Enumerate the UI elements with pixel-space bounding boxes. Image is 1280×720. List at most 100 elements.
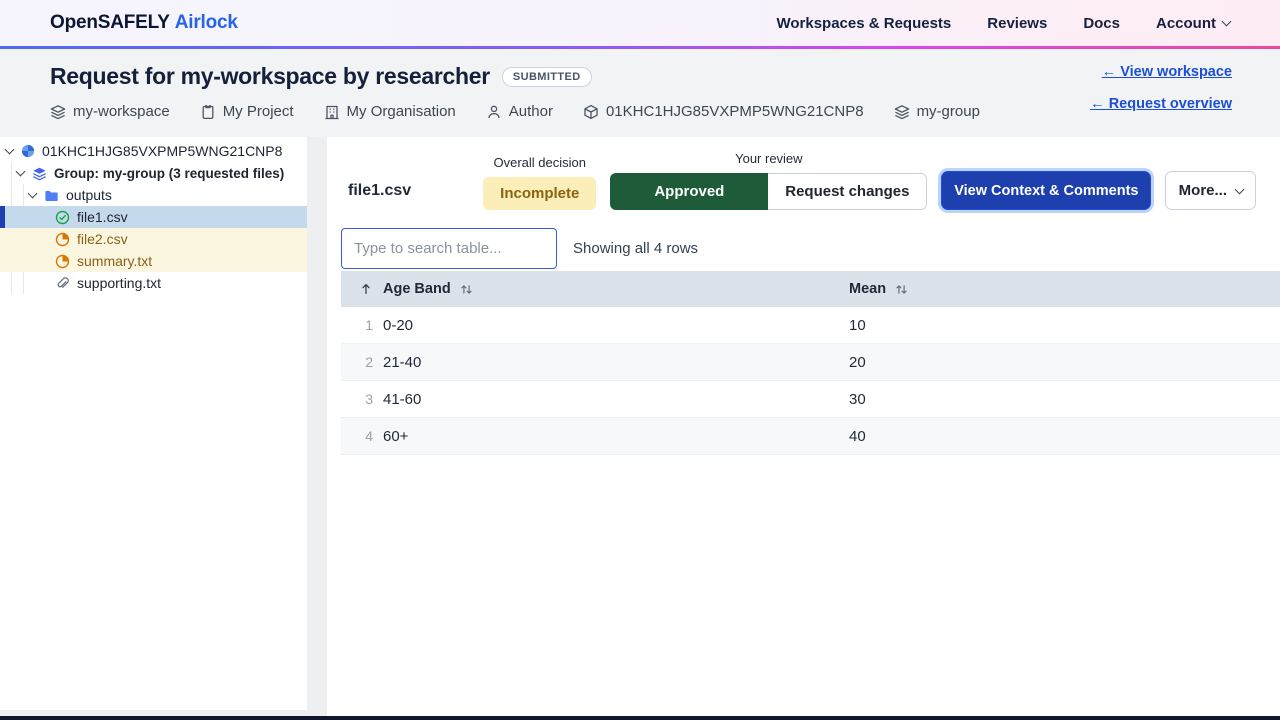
- cell-age-band: 21-40: [381, 354, 849, 371]
- approved-button[interactable]: Approved: [610, 173, 768, 210]
- tree-item-file2[interactable]: file2.csv: [0, 228, 307, 250]
- building-icon: [324, 104, 340, 120]
- column-header-mean[interactable]: Mean: [849, 281, 1280, 297]
- review-toolbar: file1.csv Overall decision Incomplete Yo…: [341, 151, 1280, 210]
- tree-item-request-root[interactable]: 01KHC1HJG85VXPMP5WNG21CNP8: [0, 140, 307, 162]
- overall-decision-block: Overall decision Incomplete: [483, 155, 596, 210]
- nav-account-label: Account: [1156, 15, 1216, 32]
- tree-item-label: supporting.txt: [77, 275, 161, 291]
- data-table: Age Band Mean 1 0-20 10 2 21-40 20 3: [341, 271, 1280, 455]
- tree-item-label: summary.txt: [77, 253, 152, 269]
- request-meta-row: my-workspace My Project My Organisation …: [50, 103, 1232, 120]
- bottom-edge-bar: [0, 716, 1280, 720]
- request-changes-button[interactable]: Request changes: [768, 173, 927, 210]
- cell-mean: 30: [849, 391, 1280, 408]
- brand-airlock: Airlock: [175, 12, 238, 33]
- package-icon: [583, 104, 599, 120]
- nav-account-menu[interactable]: Account: [1156, 15, 1230, 32]
- more-menu-button[interactable]: More...: [1165, 171, 1256, 210]
- decision-incomplete-badge: Incomplete: [483, 177, 596, 210]
- meta-author: Author: [486, 103, 553, 120]
- pending-review-icon: [55, 232, 70, 247]
- tree-item-label: file1.csv: [77, 209, 128, 225]
- review-button-group: Approved Request changes: [610, 173, 927, 210]
- tree-item-file1[interactable]: file1.csv: [0, 206, 307, 228]
- file-title: file1.csv: [348, 182, 411, 200]
- meta-group: my-group: [894, 103, 980, 120]
- tree-item-outputs-folder[interactable]: outputs: [0, 184, 307, 206]
- row-index: 4: [341, 428, 381, 444]
- file-review-panel: file1.csv Overall decision Incomplete Yo…: [327, 137, 1280, 716]
- chevron-down-icon[interactable]: [28, 189, 38, 199]
- layers-icon: [32, 166, 47, 181]
- meta-request-id-label: 01KHC1HJG85VXPMP5WNG21CNP8: [606, 103, 864, 120]
- meta-project-label: My Project: [223, 103, 294, 120]
- user-icon: [486, 104, 502, 120]
- sort-icon[interactable]: [460, 283, 473, 296]
- meta-project: My Project: [200, 103, 294, 120]
- meta-group-label: my-group: [917, 103, 980, 120]
- tree-item-group[interactable]: Group: my-group (3 requested files): [0, 162, 307, 184]
- page-title: Request for my-workspace by researcher: [50, 63, 490, 90]
- row-index-header[interactable]: [341, 282, 381, 296]
- nav-workspaces-requests[interactable]: Workspaces & Requests: [776, 15, 951, 32]
- layers-icon: [894, 104, 910, 120]
- request-overview-link[interactable]: ← Request overview: [1090, 96, 1232, 112]
- folder-icon: [44, 188, 59, 203]
- chevron-down-icon[interactable]: [16, 167, 26, 177]
- table-header-row: Age Band Mean: [341, 271, 1280, 307]
- meta-author-label: Author: [509, 103, 553, 120]
- view-context-comments-button[interactable]: View Context & Comments: [941, 171, 1151, 210]
- nav-reviews[interactable]: Reviews: [987, 15, 1047, 32]
- brand-opensafely: OpenSAFELY: [50, 12, 170, 33]
- meta-workspace: my-workspace: [50, 103, 170, 120]
- cell-age-band: 41-60: [381, 391, 849, 408]
- brand-logo[interactable]: OpenSAFELYAirlock: [50, 12, 238, 34]
- chevron-down-icon[interactable]: [5, 145, 15, 155]
- sort-icon[interactable]: [895, 283, 908, 296]
- title-row: Request for my-workspace by researcher S…: [50, 63, 1232, 90]
- top-navbar: OpenSAFELYAirlock Workspaces & Requests …: [0, 0, 1280, 46]
- table-row: 4 60+ 40: [341, 418, 1280, 455]
- table-search-input[interactable]: [341, 228, 557, 269]
- column-header-age-band[interactable]: Age Band: [381, 281, 849, 297]
- tree-item-label: Group: my-group (3 requested files): [54, 166, 284, 181]
- chevron-down-icon: [1235, 184, 1245, 194]
- cell-age-band: 0-20: [381, 317, 849, 334]
- request-icon: [21, 144, 35, 158]
- table-row: 2 21-40 20: [341, 344, 1280, 381]
- meta-workspace-label: my-workspace: [73, 103, 170, 120]
- chevron-down-icon: [1222, 17, 1232, 27]
- rows-summary: Showing all 4 rows: [573, 240, 698, 257]
- tree-item-label: outputs: [66, 187, 112, 203]
- meta-organisation: My Organisation: [324, 103, 456, 120]
- tree-item-supporting[interactable]: supporting.txt: [0, 272, 307, 294]
- view-workspace-link[interactable]: ← View workspace: [1102, 64, 1232, 80]
- table-row: 1 0-20 10: [341, 307, 1280, 344]
- nav-links: Workspaces & Requests Reviews Docs Accou…: [776, 15, 1230, 32]
- table-search-row: Showing all 4 rows: [341, 228, 1280, 269]
- table-row: 3 41-60 30: [341, 381, 1280, 418]
- clipboard-icon: [200, 104, 216, 120]
- file-tree: 01KHC1HJG85VXPMP5WNG21CNP8 Group: my-gro…: [0, 137, 307, 294]
- file-tree-sidebar: 01KHC1HJG85VXPMP5WNG21CNP8 Group: my-gro…: [0, 137, 307, 710]
- cell-mean: 20: [849, 354, 1280, 371]
- column-header-label: Mean: [849, 281, 886, 297]
- cell-mean: 10: [849, 317, 1280, 334]
- layers-icon: [50, 104, 66, 120]
- row-index: 1: [341, 317, 381, 333]
- row-index: 3: [341, 391, 381, 407]
- nav-docs[interactable]: Docs: [1083, 15, 1120, 32]
- cell-age-band: 60+: [381, 428, 849, 445]
- status-badge: SUBMITTED: [502, 67, 592, 87]
- tree-item-label: file2.csv: [77, 231, 128, 247]
- check-circle-icon: [55, 210, 70, 225]
- tree-item-summary[interactable]: summary.txt: [0, 250, 307, 272]
- column-header-label: Age Band: [383, 281, 451, 297]
- meta-request-id: 01KHC1HJG85VXPMP5WNG21CNP8: [583, 103, 864, 120]
- your-review-block: Your review Approved Request changes: [610, 151, 927, 210]
- request-header: Request for my-workspace by researcher S…: [0, 49, 1280, 137]
- header-links: ← View workspace ← Request overview: [1090, 64, 1232, 112]
- paperclip-icon: [55, 276, 70, 291]
- overall-decision-label: Overall decision: [494, 155, 587, 170]
